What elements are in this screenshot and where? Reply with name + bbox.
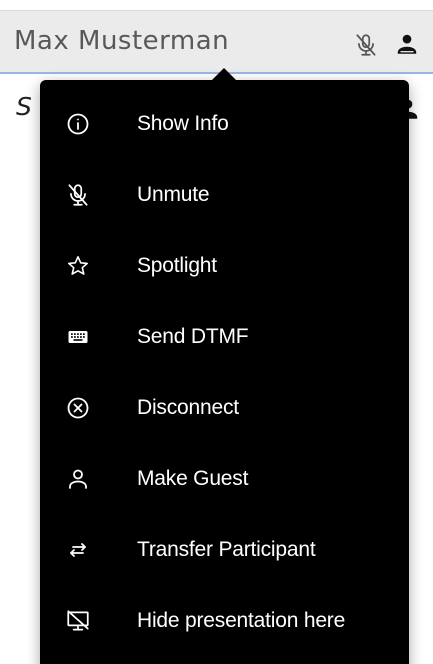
participant-context-menu: Show Info Unmute Spotlight Send DTMF Dis… [40,80,409,664]
menu-item-label: Show Info [137,111,229,135]
menu-item-disconnect[interactable]: Disconnect [40,372,409,443]
menu-item-send-dtmf[interactable]: Send DTMF [40,301,409,372]
page: Max Musterman S Show Info Unmute Spotlig… [0,0,433,664]
menu-item-make-guest[interactable]: Make Guest [40,443,409,514]
close-circle-icon [64,394,92,422]
participant-row[interactable]: Max Musterman [0,10,433,74]
menu-item-label: Spotlight [137,253,217,277]
person-icon[interactable] [393,30,421,58]
menu-item-label: Send DTMF [137,324,249,348]
menu-item-hide-presentation[interactable]: Hide presentation here [40,585,409,656]
mic-muted-icon[interactable] [352,31,380,59]
info-icon [64,110,92,138]
mic-muted-icon [64,181,92,209]
keyboard-icon [64,323,92,351]
menu-item-label: Make Guest [137,466,249,490]
menu-item-label: Disconnect [137,395,239,419]
menu-caret [212,68,236,80]
menu-item-show-info[interactable]: Show Info [40,88,409,159]
star-icon [64,252,92,280]
hide-presentation-icon [64,607,92,635]
menu-item-transfer-participant[interactable]: Transfer Participant [40,514,409,585]
participant-name: Max Musterman [14,26,230,56]
menu-item-unmute[interactable]: Unmute [40,159,409,230]
participant-name-partial: S [16,92,32,121]
menu-item-label: Hide presentation here [137,608,346,632]
menu-item-label: Transfer Participant [137,537,316,561]
menu-item-label: Unmute [137,182,210,206]
person-outline-icon [64,465,92,493]
menu-item-spotlight[interactable]: Spotlight [40,230,409,301]
transfer-icon [64,536,92,564]
